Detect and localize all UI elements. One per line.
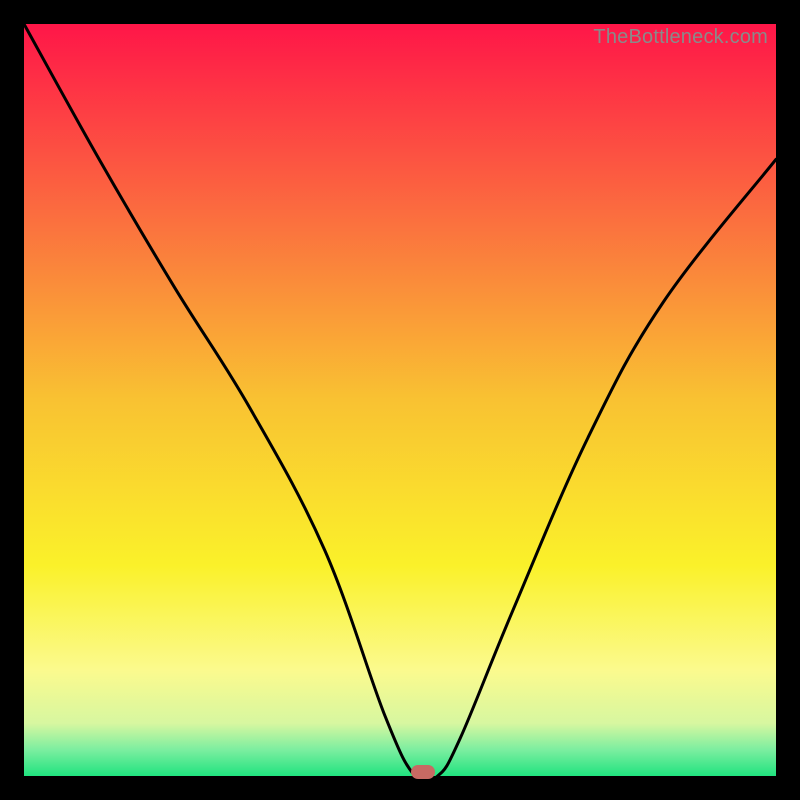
- watermark-text: TheBottleneck.com: [593, 26, 768, 49]
- gradient-background: [24, 24, 776, 776]
- optimal-point-marker: [411, 765, 435, 779]
- chart-frame: TheBottleneck.com: [24, 24, 776, 776]
